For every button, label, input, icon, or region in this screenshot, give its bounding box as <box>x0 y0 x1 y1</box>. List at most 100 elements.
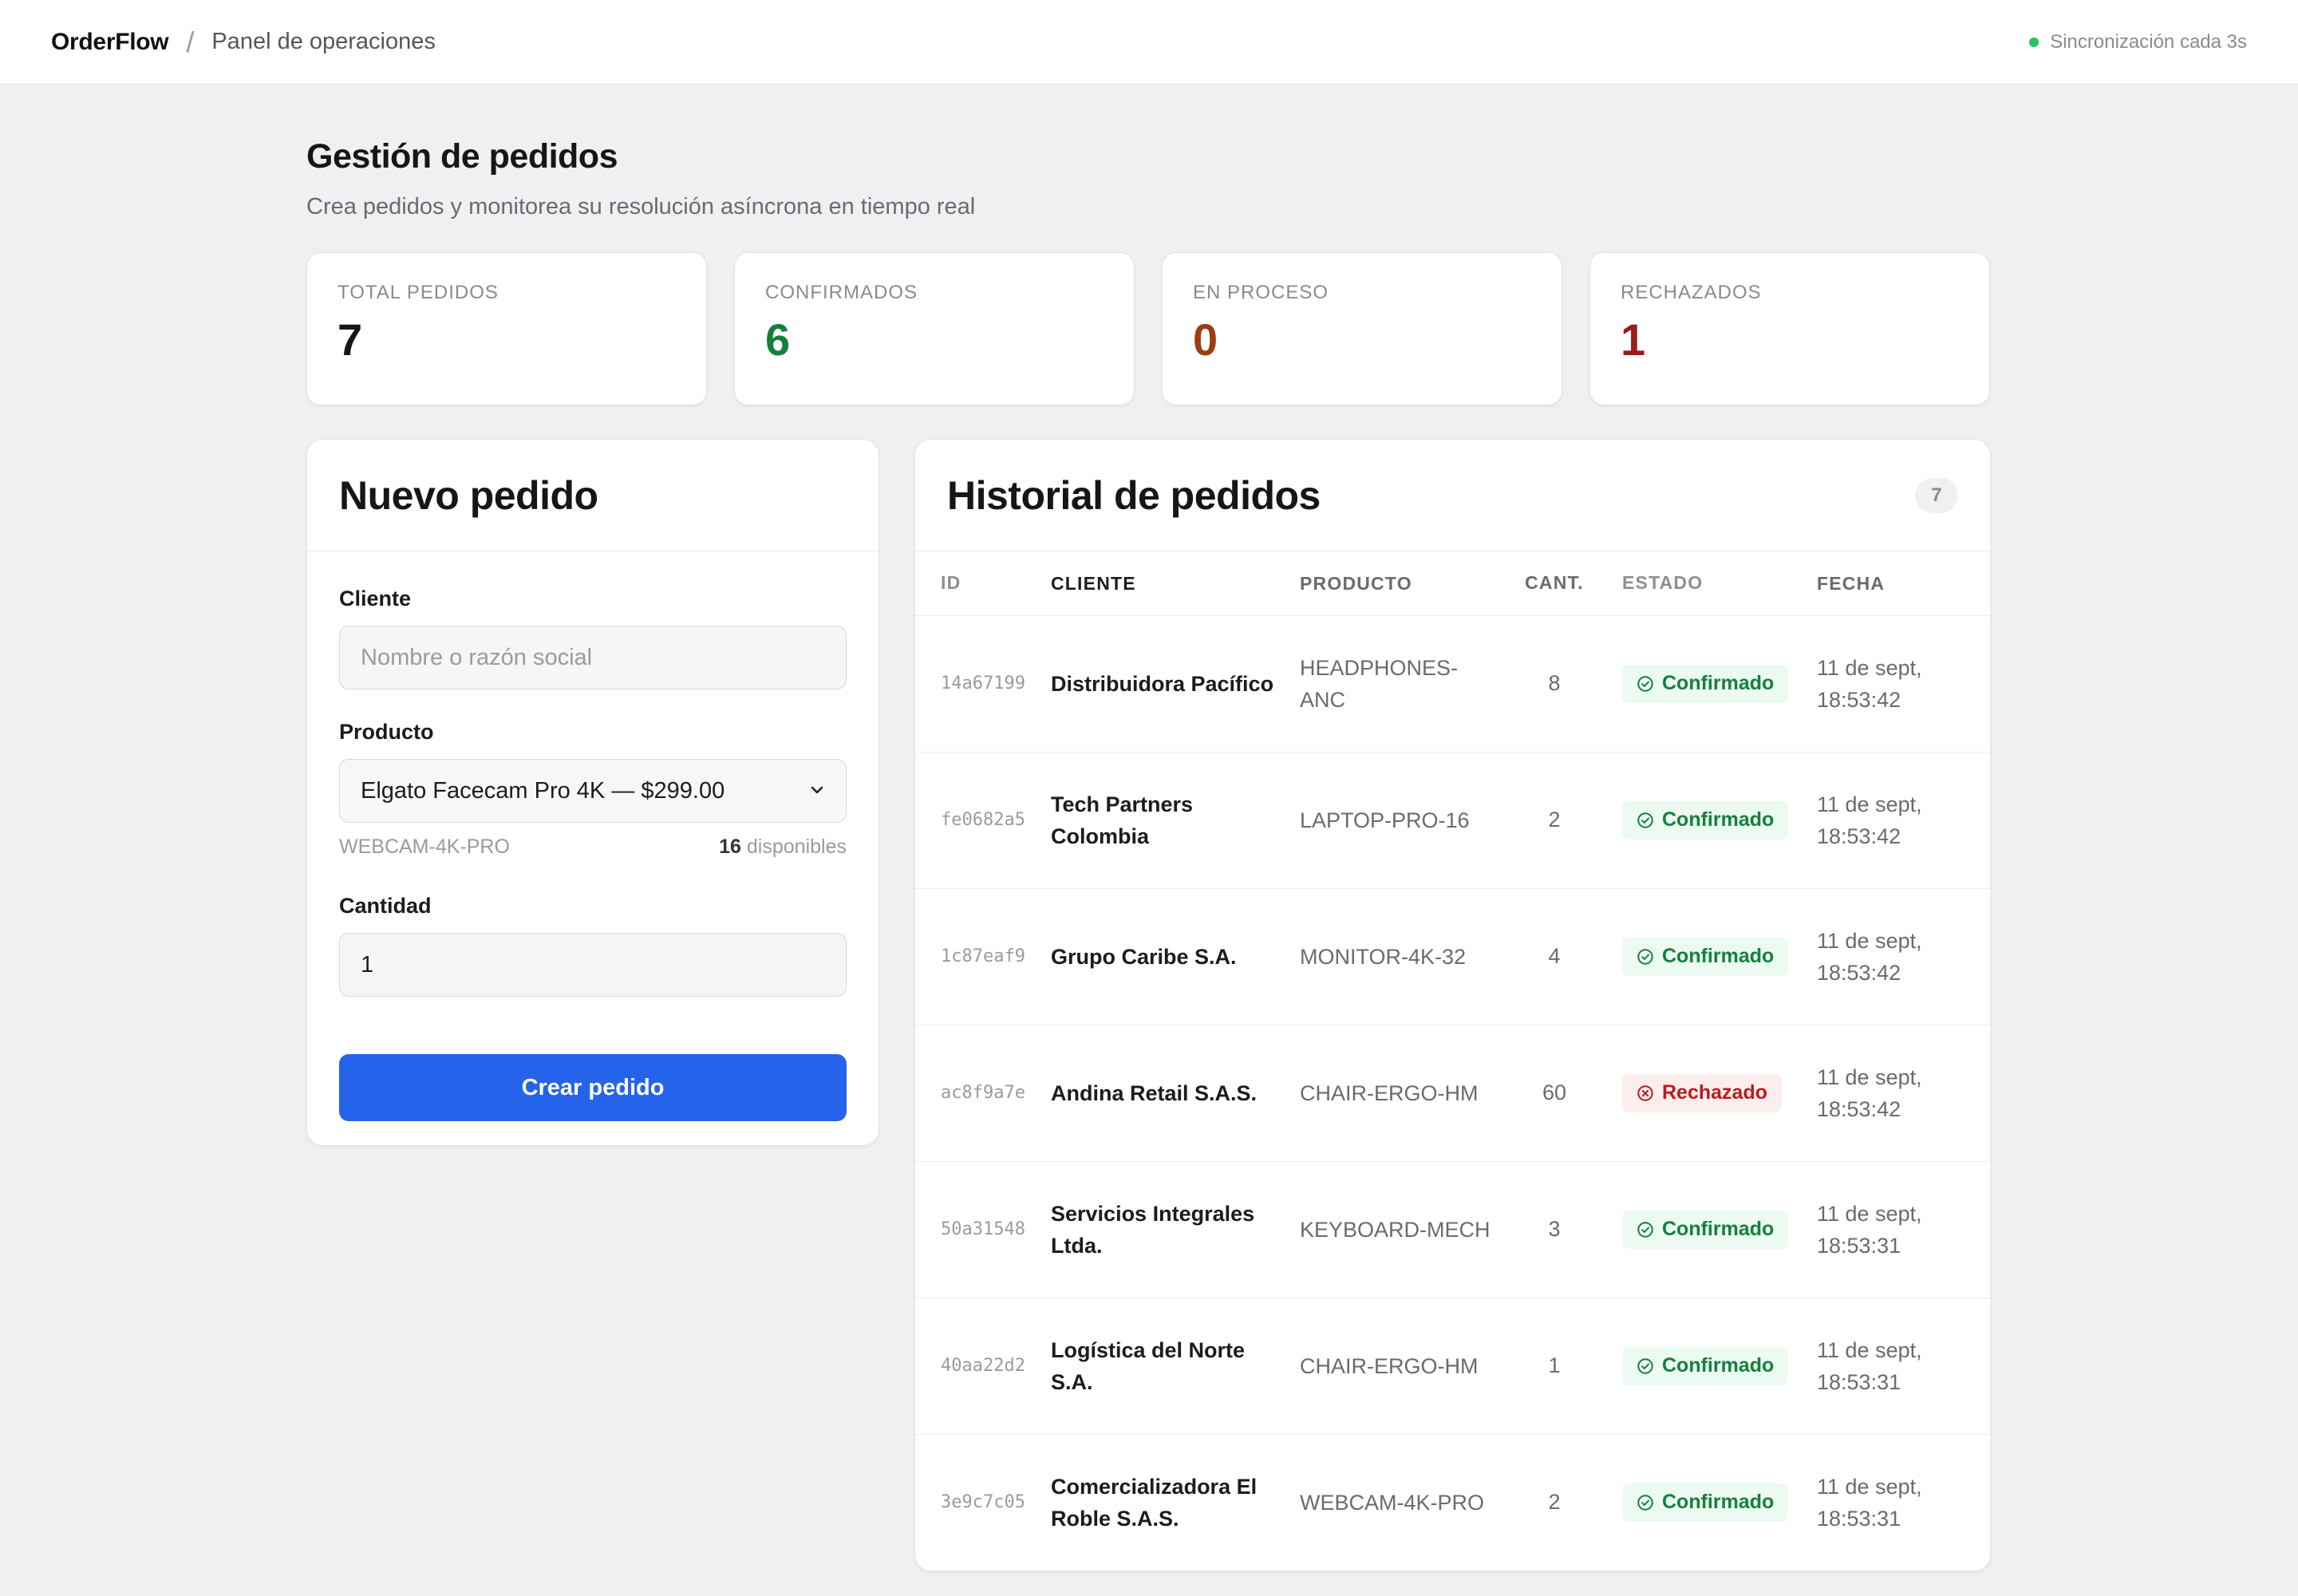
orders-table-body: 14a67199 Distribuidora Pacífico HEADPHONES… <box>915 615 1990 1570</box>
check-circle-icon <box>1637 948 1653 965</box>
column-header-quantity[interactable]: CANT. <box>1510 551 1598 616</box>
client-input[interactable]: Nombre o razón social <box>339 626 847 689</box>
order-quantity: 8 <box>1510 615 1598 753</box>
order-status-cell: Rechazado <box>1598 1025 1817 1162</box>
stat-label: TOTAL PEDIDOS <box>338 282 499 303</box>
order-product: CHAIR-ERGO-HM <box>1300 1025 1510 1162</box>
new-order-card: Nuevo pedido Cliente Nombre o razón soci… <box>306 439 879 1146</box>
order-status-cell: Confirmado <box>1598 1298 1817 1435</box>
quantity-label: Cantidad <box>339 894 432 918</box>
product-label: Producto <box>339 720 434 744</box>
sync-status-text: Sincronización cada 3s <box>2050 30 2247 53</box>
column-header-status[interactable]: ESTADO <box>1598 551 1817 616</box>
table-row[interactable]: 14a67199 Distribuidora Pacífico HEADPHONES… <box>915 615 1990 753</box>
new-order-title: Nuevo pedido <box>339 472 598 518</box>
main-content: Gestión de pedidos Crea pedidos y monito… <box>306 85 1991 1571</box>
stock-availability: 16 disponibles <box>719 836 847 859</box>
status-text: Confirmado <box>1662 1491 1775 1514</box>
table-row[interactable]: 3e9c7c05 Comercializadora El Roble S.A.S.… <box>915 1434 1990 1570</box>
order-product: WEBCAM-4K-PRO <box>1300 1490 1485 1515</box>
order-status-cell: Confirmado <box>1598 615 1817 753</box>
order-id: 14a67199 <box>915 615 1051 753</box>
status-text: Confirmado <box>1662 1354 1775 1377</box>
order-history-title: Historial de pedidos <box>947 472 1321 518</box>
order-quantity: 60 <box>1510 1025 1598 1162</box>
order-date: 11 de sept, 18:53:42 <box>1817 752 1990 889</box>
table-row[interactable]: 50a31548 Servicios Integrales Ltda. KEYBOA… <box>915 1161 1990 1298</box>
table-row[interactable]: 1c87eaf9 Grupo Caribe S.A. MONITOR-4K-32 4 C… <box>915 888 1990 1025</box>
product-sku: WEBCAM-4K-PRO <box>339 836 510 858</box>
order-history-card: Historial de pedidos 7 ID CLIENTE PRODUC… <box>914 439 1991 1571</box>
product-select[interactable]: Elgato Facecam Pro 4K — $299.00 <box>339 759 847 823</box>
order-client: Andina Retail S.A.S. <box>1051 1025 1300 1162</box>
x-circle-icon <box>1637 1084 1653 1101</box>
order-count-badge: 7 <box>1915 477 1958 513</box>
order-product: HEADPHONES-ANC <box>1300 615 1510 753</box>
stat-label: RECHAZADOS <box>1621 282 1762 303</box>
table-row[interactable]: fe0682a5 Tech Partners Colombia LAPTOP-PRO… <box>915 752 1990 889</box>
order-client: Grupo Caribe S.A. <box>1051 888 1300 1025</box>
status-text: Confirmado <box>1662 1218 1775 1240</box>
column-header-id[interactable]: ID <box>915 551 1051 616</box>
top-bar: OrderFlow / Panel de operaciones Sincron… <box>0 0 2298 85</box>
order-quantity: 4 <box>1510 888 1598 1025</box>
order-quantity: 1 <box>1510 1298 1598 1435</box>
status-badge: Confirmado <box>1622 664 1789 703</box>
order-date: 11 de sept, 18:53:31 <box>1817 1161 1990 1298</box>
stat-card-rejected: RECHAZADOS 1 <box>1589 252 1990 405</box>
order-id: 3e9c7c05 <box>941 1492 1025 1513</box>
product-hint: WEBCAM-4K-PRO 16 disponibles <box>339 836 847 859</box>
stock-suffix: disponibles <box>746 836 847 858</box>
status-badge: Rechazado <box>1622 1073 1782 1112</box>
order-date: 11 de sept, 18:53:31 <box>1817 1298 1990 1435</box>
order-id: 50a31548 <box>915 1161 1051 1298</box>
quantity-input[interactable]: 1 <box>339 933 847 997</box>
app-logo[interactable]: OrderFlow <box>51 29 169 56</box>
order-id: 1c87eaf9 <box>915 888 1051 1025</box>
status-badge: Confirmado <box>1622 1210 1789 1249</box>
check-circle-icon <box>1637 675 1653 692</box>
order-status-cell: Confirmado <box>1598 752 1817 889</box>
brand: OrderFlow / Panel de operaciones <box>51 26 436 59</box>
order-quantity: 2 <box>1548 1490 1561 1515</box>
table-header-row: ID CLIENTE PRODUCTO CANT. ESTADO FECHA <box>915 551 1990 616</box>
order-status-cell: Confirmado <box>1598 1161 1817 1298</box>
create-order-button[interactable]: Crear pedido <box>339 1054 847 1121</box>
status-text: Confirmado <box>1662 945 1775 967</box>
page-subtitle: Crea pedidos y monitorea su resolución a… <box>306 194 976 219</box>
stat-value: 1 <box>1621 314 1646 365</box>
order-date: 11 de sept, 18:53:42 <box>1817 615 1990 753</box>
column-header-client[interactable]: CLIENTE <box>1051 551 1300 616</box>
order-date: 11 de sept, 18:53:42 <box>1817 888 1990 1025</box>
card-header: Nuevo pedido <box>307 440 879 551</box>
order-quantity: 2 <box>1510 752 1598 889</box>
stats-row: TOTAL PEDIDOS 7 CONFIRMADOS 6 EN PROCESO… <box>306 252 1991 405</box>
check-circle-icon <box>1637 1221 1653 1238</box>
stock-count: 16 <box>719 836 741 858</box>
status-badge: Confirmado <box>1622 1346 1789 1385</box>
order-client: Tech Partners Colombia <box>1051 752 1300 889</box>
panels: Nuevo pedido Cliente Nombre o razón soci… <box>306 439 1991 1571</box>
stat-value: 0 <box>1193 314 1218 365</box>
stat-card-confirmed: CONFIRMADOS 6 <box>734 252 1135 405</box>
order-status-cell: Confirmado <box>1598 1434 1817 1570</box>
new-order-form: Cliente Nombre o razón social Producto E… <box>307 551 879 1121</box>
order-client: Servicios Integrales Ltda. <box>1051 1161 1300 1298</box>
status-text: Rechazado <box>1662 1081 1767 1104</box>
check-circle-icon <box>1637 812 1653 828</box>
status-text: Confirmado <box>1662 672 1775 694</box>
status-badge: Confirmado <box>1622 937 1789 976</box>
card-header: Historial de pedidos 7 <box>915 440 1990 551</box>
table-row[interactable]: ac8f9a7e Andina Retail S.A.S. CHAIR-ERGO-H… <box>915 1025 1990 1162</box>
client-label: Cliente <box>339 587 412 610</box>
chevron-down-icon <box>809 779 825 804</box>
check-circle-icon <box>1637 1495 1653 1511</box>
order-product: KEYBOARD-MECH <box>1300 1161 1510 1298</box>
order-product: LAPTOP-PRO-16 <box>1300 752 1510 889</box>
table-row[interactable]: 40aa22d2 Logística del Norte S.A. CHAIR-ER… <box>915 1298 1990 1435</box>
stat-card-total: TOTAL PEDIDOS 7 <box>306 252 707 405</box>
page-title: Gestión de pedidos <box>306 137 618 176</box>
column-header-product[interactable]: PRODUCTO <box>1300 551 1510 616</box>
status-badge: Confirmado <box>1622 1483 1789 1522</box>
column-header-date[interactable]: FECHA <box>1817 551 1990 616</box>
